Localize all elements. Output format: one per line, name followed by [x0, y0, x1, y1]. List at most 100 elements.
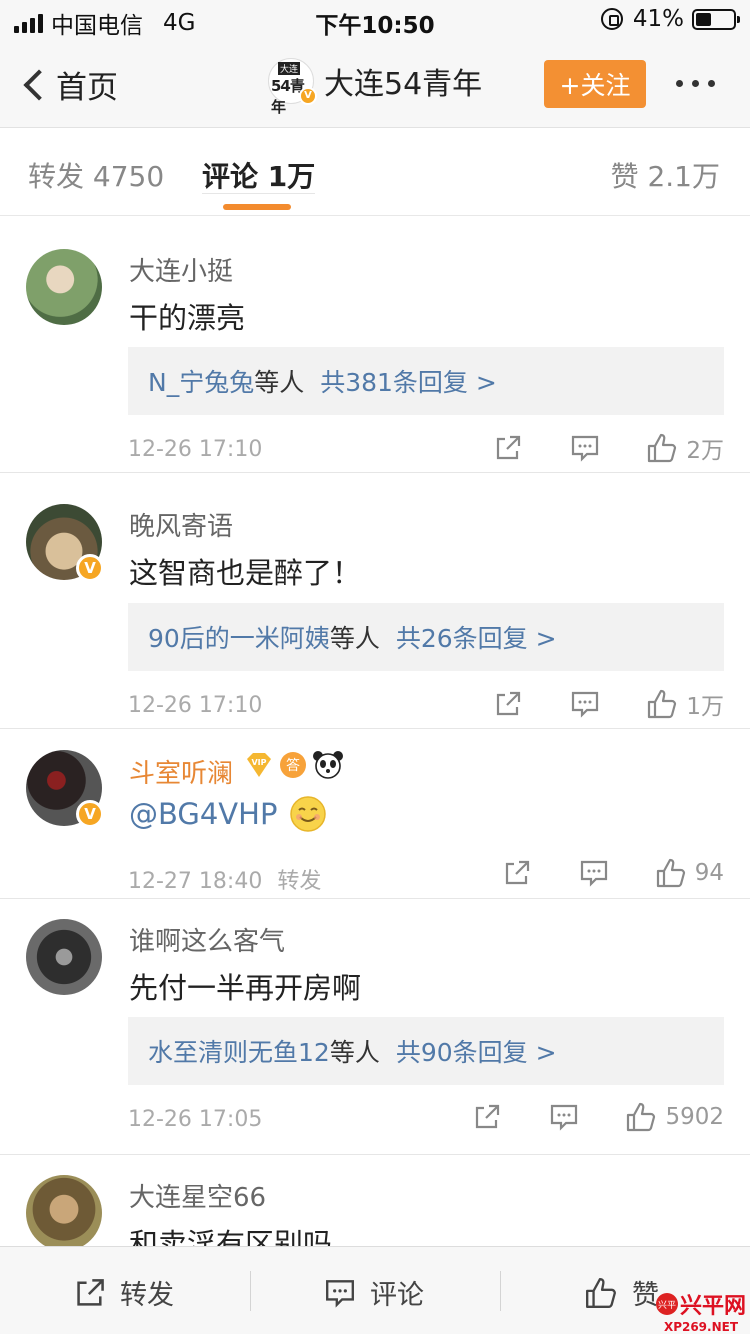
tab-repost[interactable]: 转发 4750	[28, 155, 164, 195]
like-button[interactable]: 1万	[646, 687, 724, 721]
back-label: 首页	[56, 70, 118, 106]
comment-time: 12-26 17:05	[128, 1107, 263, 1132]
back-chevron-icon	[23, 68, 55, 101]
watermark-logo: 兴平	[655, 1293, 678, 1315]
tab-like[interactable]: 赞 2.1万	[611, 155, 720, 195]
reply-users[interactable]: 水至清则无鱼12	[148, 1033, 330, 1069]
lock-rotation-icon	[600, 8, 623, 30]
reply-total[interactable]: 共26条回复 >	[396, 619, 557, 655]
avatar[interactable]	[26, 249, 102, 325]
like-button[interactable]: 赞	[584, 1273, 659, 1312]
like-count: 94	[694, 860, 724, 886]
reply-summary[interactable]: 90后的一米阿姨 等人 共26条回复 >	[128, 603, 724, 671]
bottom-toolbar: 转发 评论 赞	[0, 1246, 750, 1334]
comment-actions: 5902	[473, 1101, 724, 1133]
smiley-icon	[290, 796, 327, 832]
repost-label: 转发	[120, 1280, 174, 1311]
repost-tag[interactable]: 转发	[277, 869, 321, 894]
reply-total[interactable]: 共381条回复 >	[320, 363, 497, 399]
reply-total[interactable]: 共90条回复 >	[396, 1033, 557, 1069]
vip-icon: VIP	[247, 753, 271, 777]
thumbs-up-icon	[648, 689, 677, 719]
comment-author[interactable]: 大连小挺	[129, 251, 233, 288]
comment-icon[interactable]	[579, 859, 609, 887]
repost-button[interactable]: 转发	[74, 1273, 174, 1312]
mention-link[interactable]: @BG4VHP	[129, 797, 277, 831]
comment-list: 大连小挺 干的漂亮 N_宁兔兔 等人 共381条回复 > 12-26 17:10…	[0, 217, 750, 1247]
comment-item: V 晚风寄语 这智商也是醉了！ 90后的一米阿姨 等人 共26条回复 > 12-…	[0, 473, 750, 729]
panda-icon	[313, 751, 343, 779]
comment-time: 12-26 17:10	[128, 693, 263, 718]
comment-author[interactable]: 谁啊这么客气	[129, 921, 285, 958]
comment-author[interactable]: 大连星空66	[129, 1177, 266, 1214]
share-icon[interactable]	[473, 1103, 501, 1131]
more-icon[interactable]	[676, 80, 715, 87]
share-icon[interactable]	[503, 859, 531, 887]
comment-time: 12-26 17:10	[128, 437, 263, 462]
verified-icon: V	[299, 87, 317, 105]
like-count: 2万	[686, 438, 724, 464]
comment-text: 干的漂亮	[129, 301, 246, 335]
avatar[interactable]: V	[26, 750, 104, 828]
reply-summary[interactable]: 水至清则无鱼12 等人 共90条回复 >	[128, 1017, 724, 1085]
comment-author[interactable]: 晚风寄语	[129, 506, 233, 543]
reply-summary[interactable]: N_宁兔兔 等人 共381条回复 >	[128, 347, 724, 415]
reply-etc: 等人	[254, 368, 305, 397]
watermark: 兴平 兴平网 XP269.NET	[655, 1288, 746, 1334]
reply-users[interactable]: 90后的一米阿姨	[148, 619, 330, 655]
comment-icon[interactable]	[570, 690, 600, 718]
comment-text: 这智商也是醉了！	[129, 556, 362, 590]
thumbs-up-icon	[656, 858, 685, 888]
like-count: 1万	[686, 694, 724, 720]
active-tab-indicator	[223, 204, 291, 210]
comment-text-row: @BG4VHP	[129, 795, 327, 833]
share-icon[interactable]	[494, 434, 522, 462]
comment-icon[interactable]	[570, 434, 600, 462]
share-icon[interactable]	[494, 690, 522, 718]
account-header[interactable]: 大连 54青年 V 大连54青年	[268, 58, 482, 116]
nav-bar: 首页 大连 54青年 V 大连54青年 +关注	[0, 40, 750, 128]
verified-icon: V	[76, 554, 104, 582]
comment-icon	[326, 1279, 354, 1308]
reply-etc: 等人	[329, 1038, 380, 1067]
thumbs-up-icon	[648, 433, 677, 463]
verified-icon: V	[76, 800, 104, 828]
avatar[interactable]: V	[26, 504, 104, 582]
comment-author[interactable]: 斗室听澜	[129, 753, 233, 790]
svg-text:VIP: VIP	[251, 758, 266, 767]
comment-actions: 94	[503, 857, 724, 889]
reply-etc: 等人	[329, 624, 380, 653]
avatar-text-top: 大连	[278, 62, 301, 75]
watermark-url: XP269.NET	[663, 1320, 739, 1334]
comment-item: 大连星空66 和卖淫有区别吗	[0, 1155, 750, 1247]
avatar[interactable]	[26, 1175, 102, 1247]
like-count: 5902	[665, 1104, 724, 1130]
thumbs-up-icon	[586, 1277, 616, 1308]
avatar[interactable]	[26, 919, 102, 995]
status-right: 41%	[600, 6, 740, 32]
comment-actions: 1万	[494, 687, 724, 721]
comment-button[interactable]: 评论	[324, 1273, 424, 1312]
comment-time-value: 12-27 18:40	[128, 869, 263, 894]
user-badges: VIP 答	[244, 750, 344, 780]
comment-icon[interactable]	[549, 1103, 579, 1131]
comment-actions: 2万	[494, 431, 724, 465]
tab-comment[interactable]: 评论 1万	[202, 160, 316, 194]
account-avatar[interactable]: 大连 54青年 V	[268, 58, 317, 116]
comment-text: 和卖淫有区别吗	[129, 1227, 333, 1247]
reply-users[interactable]: N_宁兔兔	[148, 363, 254, 399]
comment-item: 大连小挺 干的漂亮 N_宁兔兔 等人 共381条回复 > 12-26 17:10…	[0, 217, 750, 473]
comment-label: 评论	[370, 1280, 424, 1311]
back-button[interactable]: 首页	[22, 62, 118, 107]
divider	[250, 1271, 251, 1311]
like-label: 赞	[632, 1280, 659, 1311]
follow-button[interactable]: +关注	[544, 60, 646, 108]
battery-icon	[692, 8, 740, 30]
like-button[interactable]: 5902	[625, 1101, 724, 1133]
share-icon	[77, 1278, 104, 1306]
like-button[interactable]: 94	[655, 857, 724, 889]
like-button[interactable]: 2万	[646, 431, 724, 465]
divider	[500, 1271, 501, 1311]
watermark-text: 兴平网	[679, 1293, 746, 1319]
answer-icon: 答	[280, 752, 306, 778]
